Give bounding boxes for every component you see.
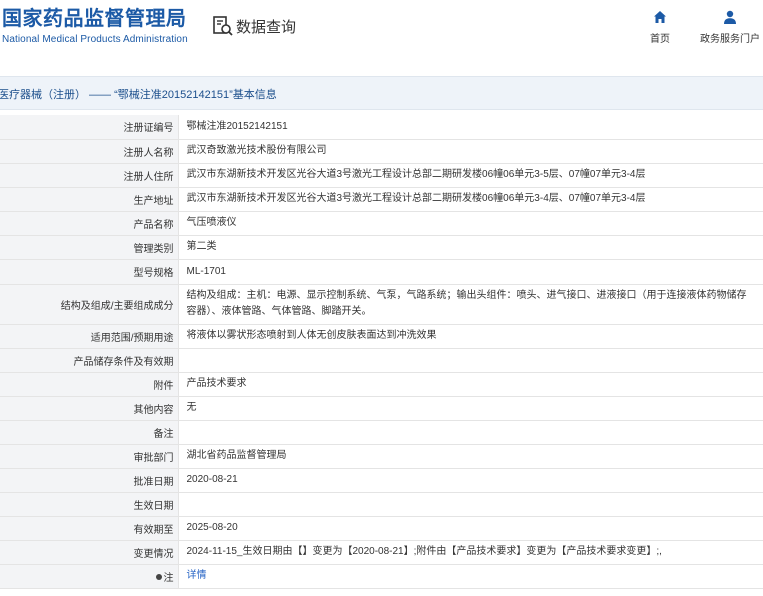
row-value: 产品技术要求 <box>178 372 763 397</box>
table-row: 管理类别 第二类 <box>0 235 763 260</box>
row-value: 将液体以雾状形态喷射到人体无创皮肤表面达到冲洗效果 <box>178 324 763 349</box>
table-row: 生效日期 <box>0 492 763 517</box>
table-row: 审批部门 湖北省药品监督管理局 <box>0 444 763 469</box>
row-label: 注册证编号 <box>0 115 179 140</box>
data-query-label: 数据查询 <box>236 17 297 36</box>
table-row: 注册人名称 武汉奇致激光技术股份有限公司 <box>0 139 763 164</box>
table-row: 结构及组成/主要组成成分 结构及组成：主机：电源、显示控制系统、气泵，气路系统；输… <box>0 284 763 325</box>
row-label: 审批部门 <box>0 444 179 469</box>
row-value: 结构及组成：主机：电源、显示控制系统、气泵，气路系统；输出头组件：喷头、进气接口… <box>178 284 763 325</box>
row-value <box>178 420 763 445</box>
table-row: 适用范围/预期用途 将液体以雾状形态喷射到人体无创皮肤表面达到冲洗效果 <box>0 324 763 349</box>
nav-service-label: 政务服务门户 <box>700 34 760 45</box>
row-label: 附件 <box>0 372 179 397</box>
row-label: 备注 <box>0 420 179 445</box>
row-value: ML-1701 <box>178 259 763 285</box>
row-value: 2025-08-20 <box>178 516 763 541</box>
dot-icon <box>155 573 162 580</box>
table-row: 型号规格 ML-1701 <box>0 259 763 285</box>
row-label: 生效日期 <box>0 492 179 517</box>
nav-home[interactable]: 首页 <box>647 10 673 45</box>
document-search-icon <box>213 16 233 36</box>
note-label: 注 <box>163 572 174 584</box>
row-label: 适用范围/预期用途 <box>0 324 179 349</box>
table-row: 产品储存条件及有效期 <box>0 348 763 373</box>
table-row: 注册人住所 武汉市东湖新技术开发区光谷大道3号激光工程设计总部二期研发楼06幢06… <box>0 163 763 188</box>
nav-home-label: 首页 <box>650 34 670 45</box>
row-value: 详情 <box>178 564 763 589</box>
row-value: 2024-11-15_生效日期由【】变更为【2020-08-21】;附件由【产品… <box>178 540 763 565</box>
table-row: 备注 <box>0 420 763 445</box>
site-header: 国家药品监督管理局 National Medical Products Admi… <box>0 0 763 60</box>
row-value: 第二类 <box>178 235 763 260</box>
site-logo[interactable]: 国家药品监督管理局 National Medical Products Admi… <box>2 6 188 46</box>
row-value: 无 <box>178 396 763 421</box>
row-label: 批准日期 <box>0 468 179 493</box>
table-row: 注册证编号 鄂械注准20152142151 <box>0 115 763 140</box>
table-row: 批准日期 2020-08-21 <box>0 468 763 493</box>
nav-service-portal[interactable]: 政务服务门户 <box>700 10 760 45</box>
data-query-link[interactable]: 数据查询 <box>212 15 296 37</box>
brand-name-cn: 国家药品监督管理局 <box>2 6 187 30</box>
row-label: 其他内容 <box>0 396 179 421</box>
table-row: 变更情况 2024-11-15_生效日期由【】变更为【2020-08-21】;附件… <box>0 540 763 565</box>
row-label: 注册人住所 <box>0 163 179 188</box>
table-row: 附件 产品技术要求 <box>0 372 763 397</box>
row-label: 结构及组成/主要组成成分 <box>0 284 179 325</box>
details-link[interactable]: 详情 <box>187 570 207 581</box>
table-row: 注 详情 <box>0 564 763 589</box>
row-value: 2020-08-21 <box>178 468 763 493</box>
table-row: 有效期至 2025-08-20 <box>0 516 763 541</box>
brand-name-en: National Medical Products Administration <box>2 34 188 45</box>
row-label-note: 注 <box>0 564 179 589</box>
row-label: 型号规格 <box>0 259 179 285</box>
row-label: 注册人名称 <box>0 139 179 164</box>
row-value: 气压喷液仪 <box>178 211 763 236</box>
row-value: 武汉市东湖新技术开发区光谷大道3号激光工程设计总部二期研发楼06幢06单元3-5… <box>178 163 763 188</box>
row-label: 产品储存条件及有效期 <box>0 348 179 373</box>
row-value: 鄂械注准20152142151 <box>178 115 763 140</box>
row-label: 产品名称 <box>0 211 179 236</box>
table-row: 生产地址 武汉市东湖新技术开发区光谷大道3号激光工程设计总部二期研发楼06幢06单… <box>0 187 763 212</box>
row-value: 湖北省药品监督管理局 <box>178 444 763 469</box>
home-icon <box>654 11 666 23</box>
row-label: 生产地址 <box>0 187 179 212</box>
user-icon <box>724 10 736 24</box>
row-value: 武汉奇致激光技术股份有限公司 <box>178 139 763 164</box>
row-label: 变更情况 <box>0 540 179 565</box>
registration-info-table: 注册证编号 鄂械注准20152142151 注册人名称 武汉奇致激光技术股份有限公司… <box>0 115 763 589</box>
page-title: 医疗器械（注册） —— “鄂械注准20152142151”基本信息 <box>0 89 277 101</box>
table-row: 产品名称 气压喷液仪 <box>0 211 763 236</box>
table-row: 其他内容无 <box>0 396 763 421</box>
row-value <box>178 492 763 517</box>
row-label: 有效期至 <box>0 516 179 541</box>
row-label: 管理类别 <box>0 235 179 260</box>
page-title-bar: 医疗器械（注册） —— “鄂械注准20152142151”基本信息 <box>0 76 763 110</box>
row-value <box>178 348 763 373</box>
row-value: 武汉市东湖新技术开发区光谷大道3号激光工程设计总部二期研发楼06幢06单元3-4… <box>178 187 763 212</box>
